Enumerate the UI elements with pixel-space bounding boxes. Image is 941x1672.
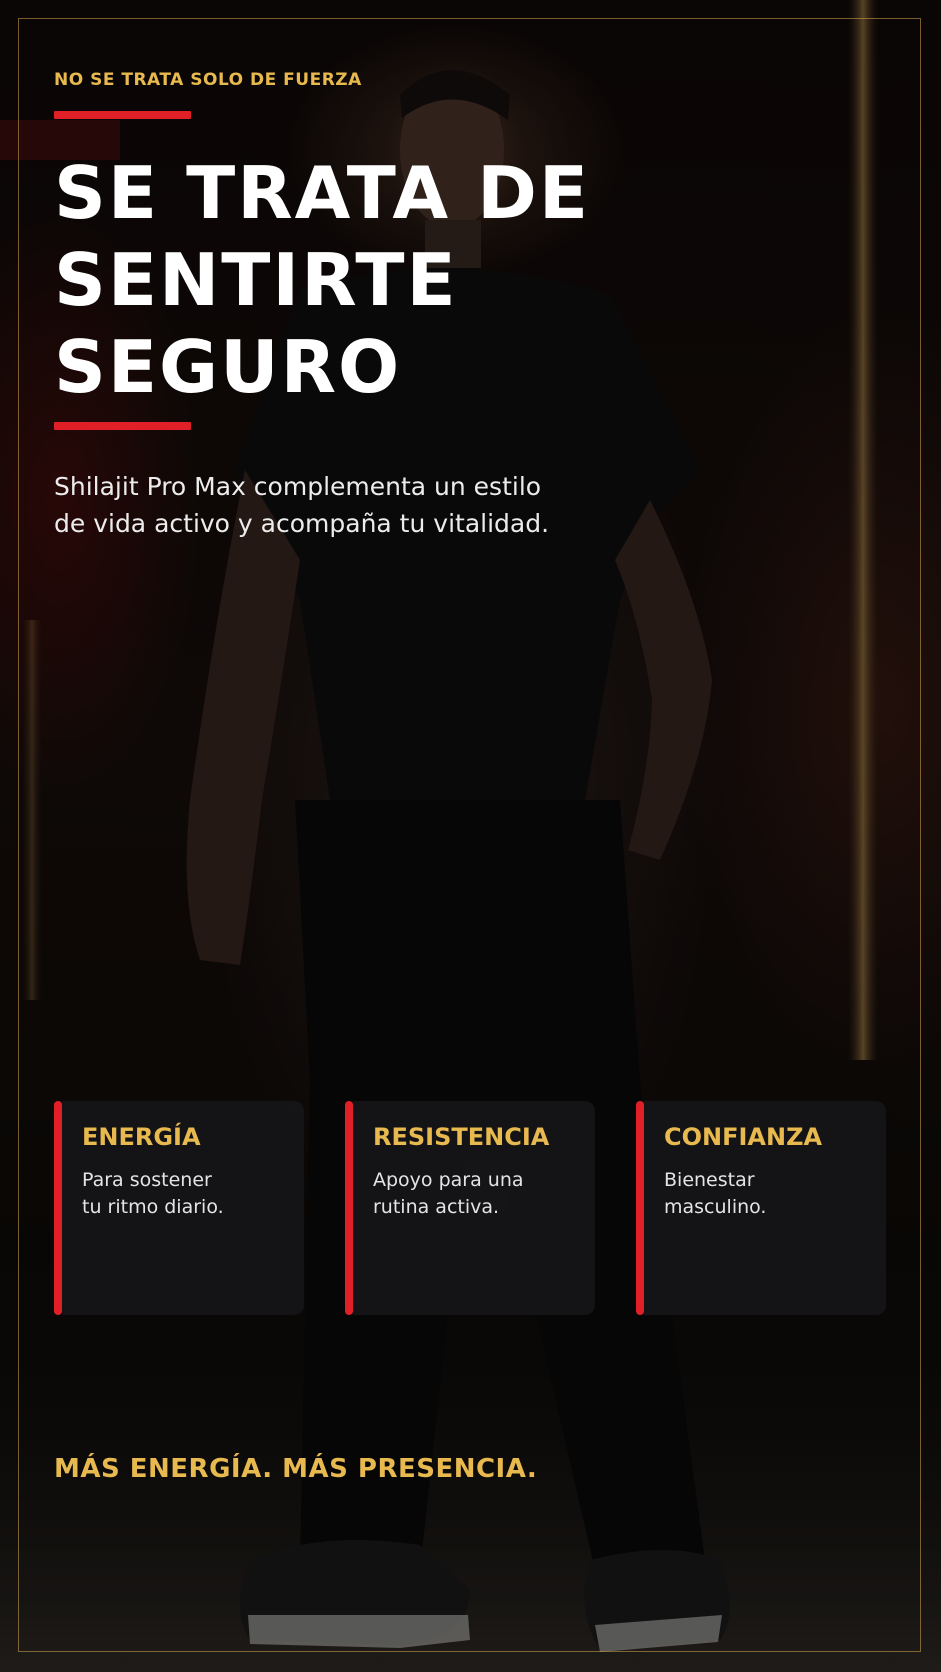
card-accent-bar bbox=[636, 1101, 644, 1315]
card-accent-bar bbox=[54, 1101, 62, 1315]
card-description-line: Para sostener bbox=[82, 1169, 212, 1191]
description-line-2: de vida activo y acompaña tu vitalidad. bbox=[54, 509, 550, 538]
headline-line-2: SENTIRTE bbox=[54, 238, 458, 322]
accent-bar-top bbox=[54, 111, 191, 119]
card-accent-bar bbox=[345, 1101, 353, 1315]
card-description: Para sostener tu ritmo diario. bbox=[82, 1167, 224, 1221]
card-description-line: Apoyo para una bbox=[373, 1169, 524, 1191]
promo-page: NO SE TRATA SOLO DE FUERZA SE TRATA DE S… bbox=[0, 0, 941, 1672]
description: Shilajit Pro Max complementa un estilo d… bbox=[54, 468, 549, 542]
card-description-line: Bienestar bbox=[664, 1169, 755, 1191]
headline: SE TRATA DE SENTIRTE SEGURO bbox=[54, 150, 590, 411]
benefit-card-energia: ENERGÍA Para sostener tu ritmo diario. bbox=[54, 1101, 304, 1315]
card-title: ENERGÍA bbox=[82, 1123, 201, 1151]
card-title: CONFIANZA bbox=[664, 1123, 823, 1151]
card-title: RESISTENCIA bbox=[373, 1123, 550, 1151]
accent-bar-bottom bbox=[54, 422, 191, 430]
card-description-line: rutina activa. bbox=[373, 1196, 500, 1218]
tagline: MÁS ENERGÍA. MÁS PRESENCIA. bbox=[54, 1454, 538, 1484]
card-description: Apoyo para una rutina activa. bbox=[373, 1167, 524, 1221]
eyebrow-text: NO SE TRATA SOLO DE FUERZA bbox=[54, 70, 362, 90]
headline-line-1: SE TRATA DE bbox=[54, 151, 591, 235]
description-line-1: Shilajit Pro Max complementa un estilo bbox=[54, 472, 542, 501]
card-description-line: masculino. bbox=[664, 1196, 767, 1218]
benefit-card-confianza: CONFIANZA Bienestar masculino. bbox=[636, 1101, 886, 1315]
card-description-line: tu ritmo diario. bbox=[82, 1196, 224, 1218]
benefit-card-resistencia: RESISTENCIA Apoyo para una rutina activa… bbox=[345, 1101, 595, 1315]
card-description: Bienestar masculino. bbox=[664, 1167, 766, 1221]
headline-line-3: SEGURO bbox=[54, 325, 402, 409]
